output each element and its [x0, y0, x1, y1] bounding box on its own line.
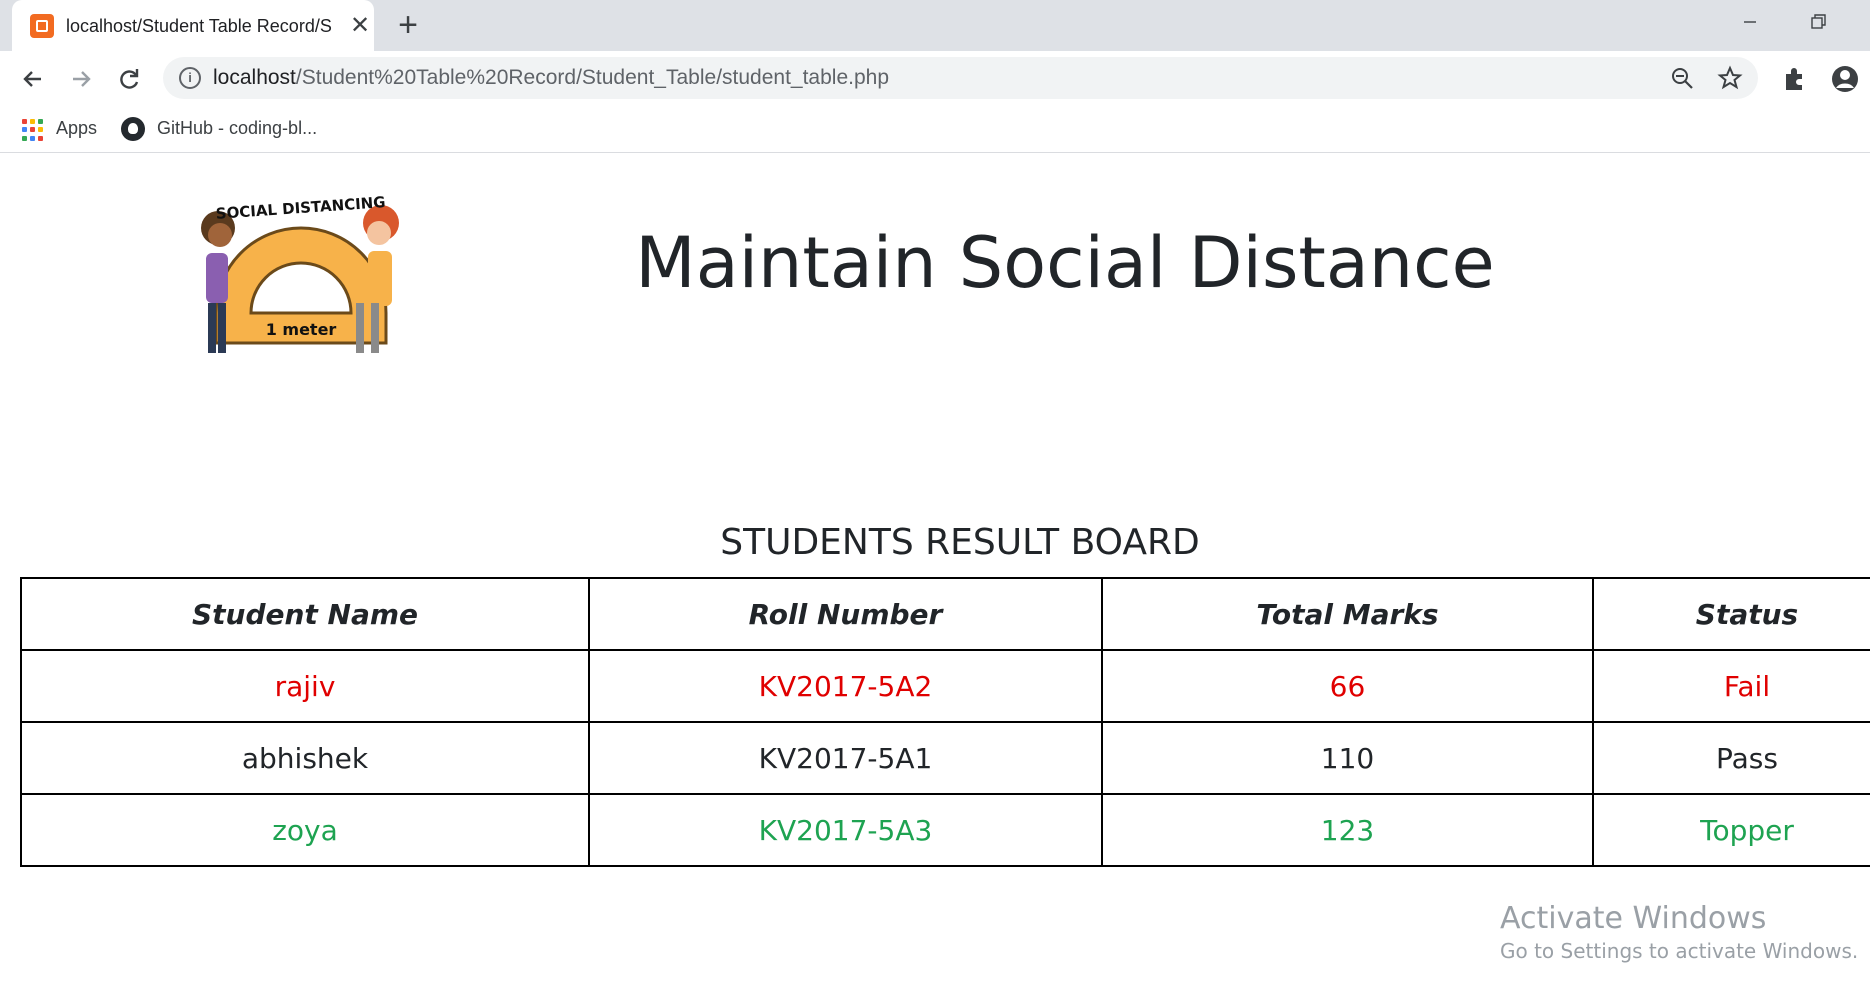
restore-icon[interactable]	[1800, 8, 1836, 36]
header-roll-number: Roll Number	[588, 577, 1103, 651]
extensions-puzzle-icon[interactable]	[1780, 64, 1810, 94]
cell-student-name: abhishek	[20, 721, 590, 795]
cell-total-marks: 110	[1101, 721, 1594, 795]
header-total-marks: Total Marks	[1101, 577, 1594, 651]
cell-total-marks: 123	[1101, 793, 1594, 867]
url-host: localhost	[213, 66, 296, 89]
social-distancing-logo: SOCIAL DISTANCING 1 meter	[201, 193, 399, 353]
table-row: rajiv KV2017-5A2 66 Fail	[20, 649, 1870, 723]
forward-arrow-icon[interactable]	[65, 63, 97, 95]
url-text[interactable]: localhost/Student%20Table%20Record/Stude…	[213, 66, 889, 90]
tab-strip: localhost/Student Table Record/S ✕ +	[0, 0, 1870, 51]
board-title: STUDENTS RESULT BOARD	[720, 522, 1200, 563]
header-student-name: Student Name	[20, 577, 590, 651]
bookmark-apps[interactable]: Apps	[22, 115, 102, 141]
cell-student-name: rajiv	[20, 649, 590, 723]
bookmark-github[interactable]: GitHub - coding-bl...	[121, 115, 341, 141]
watermark-subtitle: Go to Settings to activate Windows.	[1500, 939, 1859, 963]
minimize-icon[interactable]	[1732, 8, 1768, 36]
xampp-favicon-icon	[30, 14, 54, 38]
back-arrow-icon[interactable]	[17, 63, 49, 95]
page-heading: Maintain Social Distance	[635, 222, 1495, 304]
header-status: Status	[1592, 577, 1870, 651]
cell-status: Fail	[1592, 649, 1870, 723]
new-tab-button[interactable]: +	[392, 8, 424, 42]
profile-avatar-icon[interactable]	[1830, 64, 1860, 94]
bookmark-github-label: GitHub - coding-bl...	[157, 118, 318, 138]
logo-top-text: SOCIAL DISTANCING	[215, 193, 386, 223]
windows-activation-watermark: Activate Windows Go to Settings to activ…	[1500, 901, 1858, 965]
bookmarks-bar: Apps GitHub - coding-bl...	[0, 106, 1870, 153]
reload-icon[interactable]	[113, 63, 145, 95]
cell-status: Pass	[1592, 721, 1870, 795]
cell-roll-number: KV2017-5A1	[588, 721, 1103, 795]
address-bar[interactable]: i localhost/Student%20Table%20Record/Stu…	[163, 57, 1758, 99]
cell-roll-number: KV2017-5A2	[588, 649, 1103, 723]
cell-total-marks: 66	[1101, 649, 1594, 723]
watermark-title: Activate Windows	[1500, 901, 1767, 936]
site-info-icon[interactable]: i	[179, 67, 201, 89]
zoom-icon[interactable]	[1669, 65, 1695, 91]
close-tab-icon[interactable]: ✕	[348, 14, 372, 38]
github-icon	[121, 117, 145, 141]
table-header-row: Student Name Roll Number Total Marks Sta…	[20, 577, 1870, 651]
cell-student-name: zoya	[20, 793, 590, 867]
table-row: zoya KV2017-5A3 123 Topper	[20, 793, 1870, 867]
bookmark-star-icon[interactable]	[1717, 65, 1743, 91]
logo-bottom-text: 1 meter	[266, 320, 337, 339]
url-path: /Student%20Table%20Record/Student_Table/…	[295, 66, 889, 89]
browser-toolbar: i localhost/Student%20Table%20Record/Stu…	[0, 51, 1870, 106]
apps-grid-icon	[22, 119, 44, 141]
cell-status: Topper	[1592, 793, 1870, 867]
results-table: Student Name Roll Number Total Marks Sta…	[20, 577, 1870, 867]
cell-roll-number: KV2017-5A3	[588, 793, 1103, 867]
bookmark-apps-label: Apps	[56, 118, 98, 138]
browser-tab[interactable]: localhost/Student Table Record/S ✕	[12, 0, 374, 51]
tab-title: localhost/Student Table Record/S	[66, 16, 332, 36]
table-row: abhishek KV2017-5A1 110 Pass	[20, 721, 1870, 795]
page-content: SOCIAL DISTANCING 1 meter Maintain Socia…	[0, 153, 1870, 997]
